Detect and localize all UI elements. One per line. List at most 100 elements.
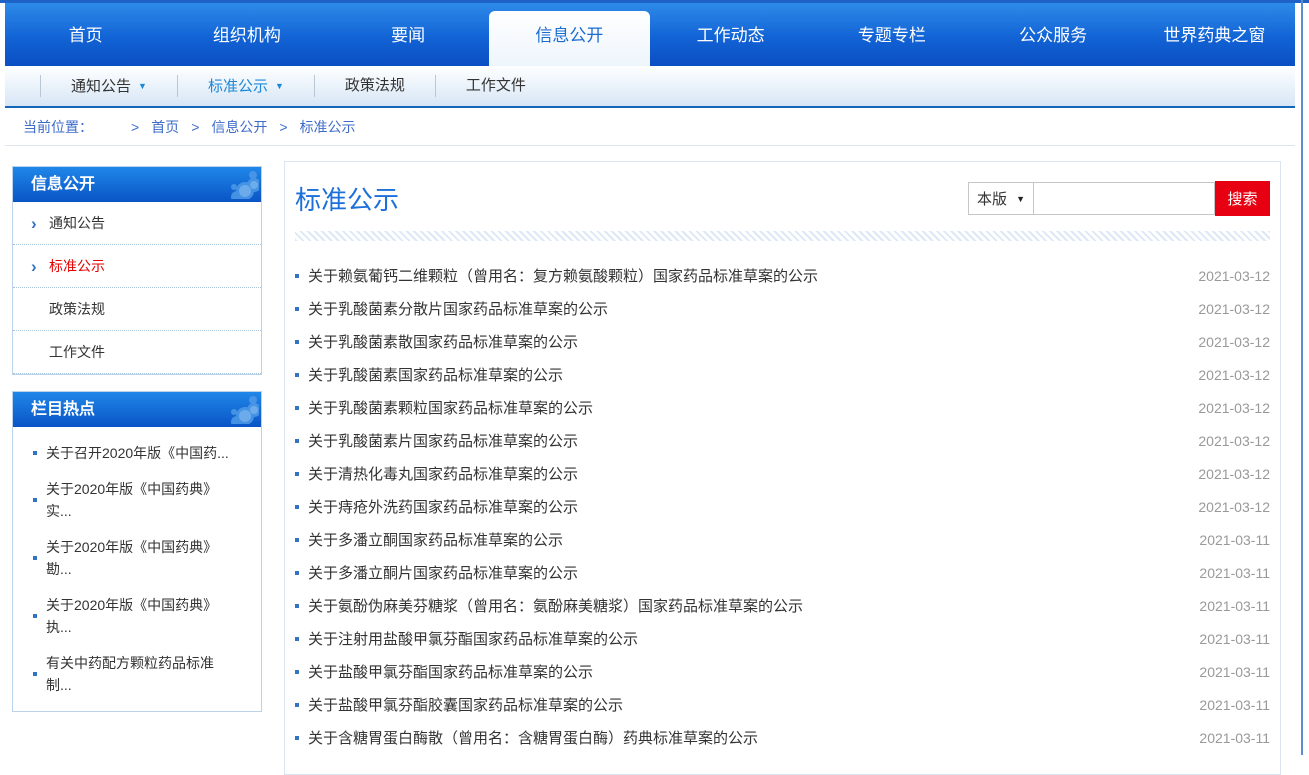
breadcrumb: 当前位置： >首页 >信息公开 >标准公示 bbox=[5, 108, 1295, 146]
breadcrumb-link[interactable]: 首页 bbox=[151, 119, 179, 135]
sub-nav-label: 通知公告 bbox=[71, 78, 131, 95]
content-area: 信息公开 › 通知公告 bbox=[5, 146, 1295, 775]
bullet-icon bbox=[295, 637, 299, 641]
hot-list-item[interactable]: 关于2020年版《中国药典》执... bbox=[13, 587, 261, 645]
dropdown-arrow-icon: ▼ bbox=[138, 75, 147, 97]
top-nav-label: 信息公开 bbox=[535, 21, 603, 46]
news-date: 2021-03-11 bbox=[1199, 532, 1270, 548]
page-title: 标准公示 bbox=[295, 180, 399, 217]
news-title-link[interactable]: 关于多潘立酮片国家药品标准草案的公示 bbox=[308, 562, 1199, 583]
news-date: 2021-03-12 bbox=[1198, 334, 1270, 350]
news-row: 关于盐酸甲氯芬酯国家药品标准草案的公示 2021-03-11 bbox=[295, 655, 1270, 688]
search-input[interactable] bbox=[1033, 182, 1215, 215]
news-title-link[interactable]: 关于乳酸菌素片国家药品标准草案的公示 bbox=[308, 430, 1198, 451]
dropdown-arrow-icon: ▼ bbox=[275, 75, 284, 97]
news-date: 2021-03-12 bbox=[1198, 367, 1270, 383]
news-title-link[interactable]: 关于痔疮外洗药国家药品标准草案的公示 bbox=[308, 496, 1198, 517]
top-nav-item[interactable]: 要闻 bbox=[328, 3, 489, 66]
sub-nav-item[interactable]: 标准公示▼ bbox=[177, 75, 314, 97]
hot-list-item[interactable]: 有关中药配方颗粒药品标准制... bbox=[13, 645, 261, 703]
bullet-icon bbox=[295, 307, 299, 311]
top-nav-item[interactable]: 信息公开 bbox=[489, 11, 650, 66]
breadcrumb-link[interactable]: 标准公示 bbox=[300, 119, 356, 135]
top-nav-label: 首页 bbox=[69, 21, 103, 46]
news-title-link[interactable]: 关于清热化毒丸国家药品标准草案的公示 bbox=[308, 463, 1198, 484]
hot-list-item[interactable]: 关于2020年版《中国药典》实... bbox=[13, 471, 261, 529]
bullet-icon bbox=[33, 556, 37, 560]
sidebar-menu-header: 信息公开 bbox=[13, 167, 261, 202]
sub-nav-item[interactable]: 政策法规▼ bbox=[314, 75, 435, 97]
sidebar-hot-title: 栏目热点 bbox=[31, 401, 95, 418]
news-date: 2021-03-11 bbox=[1199, 697, 1270, 713]
breadcrumb-crumb: >信息公开 bbox=[179, 117, 267, 137]
sub-nav-item[interactable]: 通知公告 ▼ bbox=[40, 75, 177, 97]
search-scope-select[interactable]: 本版 ▼ bbox=[968, 182, 1034, 215]
hot-list-item[interactable]: 关于召开2020年版《中国药... bbox=[13, 435, 261, 471]
bullet-icon bbox=[295, 340, 299, 344]
bullet-icon bbox=[295, 274, 299, 278]
main-panel: 标准公示 本版 ▼ 搜索 关于赖氨葡钙二维颗粒（曾用名：复方赖氨酸颗粒）国家药品… bbox=[284, 161, 1281, 775]
bullet-icon bbox=[295, 505, 299, 509]
bullet-icon bbox=[33, 614, 37, 618]
breadcrumb-crumb: >首页 bbox=[119, 117, 179, 137]
sidebar-hot-header: 栏目热点 bbox=[13, 392, 261, 427]
news-row: 关于多潘立酮国家药品标准草案的公示 2021-03-11 bbox=[295, 523, 1270, 556]
bullet-icon bbox=[33, 498, 37, 502]
breadcrumb-prefix: 当前位置： bbox=[23, 117, 93, 137]
sidebar-menu-item[interactable]: › 通知公告 bbox=[13, 202, 261, 245]
news-row: 关于多潘立酮片国家药品标准草案的公示 2021-03-11 bbox=[295, 556, 1270, 589]
bullet-icon bbox=[295, 439, 299, 443]
news-date: 2021-03-12 bbox=[1198, 433, 1270, 449]
sidebar-menu-item[interactable]: › 工作文件 bbox=[13, 331, 261, 374]
news-title-link[interactable]: 关于盐酸甲氯芬酯国家药品标准草案的公示 bbox=[308, 661, 1199, 682]
sidebar-menu-item[interactable]: › 标准公示 bbox=[13, 245, 261, 288]
news-title-link[interactable]: 关于赖氨葡钙二维颗粒（曾用名：复方赖氨酸颗粒）国家药品标准草案的公示 bbox=[308, 265, 1198, 286]
news-row: 关于注射用盐酸甲氯芬酯国家药品标准草案的公示 2021-03-11 bbox=[295, 622, 1270, 655]
news-title-link[interactable]: 关于乳酸菌素国家药品标准草案的公示 bbox=[308, 364, 1198, 385]
bullet-icon bbox=[295, 373, 299, 377]
news-row: 关于清热化毒丸国家药品标准草案的公示 2021-03-12 bbox=[295, 457, 1270, 490]
top-nav-label: 组织机构 bbox=[213, 21, 281, 46]
sidebar-menu-title: 信息公开 bbox=[31, 176, 95, 193]
top-nav-item[interactable]: 工作动态 bbox=[650, 3, 811, 66]
hot-list-item[interactable]: 关于2020年版《中国药典》勘... bbox=[13, 529, 261, 587]
bullet-icon bbox=[295, 670, 299, 674]
top-nav-label: 专题专栏 bbox=[858, 21, 926, 46]
sub-nav-item[interactable]: 工作文件▼ bbox=[435, 75, 556, 97]
breadcrumb-link[interactable]: 信息公开 bbox=[211, 119, 267, 135]
hot-item-label: 关于2020年版《中国药典》实... bbox=[46, 478, 235, 522]
top-nav-item[interactable]: 首页 bbox=[5, 3, 166, 66]
top-nav-item[interactable]: 公众服务 bbox=[973, 3, 1134, 66]
sidebar-menu-item[interactable]: › 政策法规 bbox=[13, 288, 261, 331]
news-date: 2021-03-11 bbox=[1199, 565, 1270, 581]
news-title-link[interactable]: 关于盐酸甲氯芬酯胶囊国家药品标准草案的公示 bbox=[308, 694, 1199, 715]
news-title-link[interactable]: 关于乳酸菌素散国家药品标准草案的公示 bbox=[308, 331, 1198, 352]
striped-divider bbox=[295, 231, 1270, 241]
hot-item-label: 关于2020年版《中国药典》勘... bbox=[46, 536, 235, 580]
news-title-link[interactable]: 关于氨酚伪麻美芬糖浆（曾用名：氨酚麻美糖浆）国家药品标准草案的公示 bbox=[308, 595, 1199, 616]
news-row: 关于赖氨葡钙二维颗粒（曾用名：复方赖氨酸颗粒）国家药品标准草案的公示 2021-… bbox=[295, 259, 1270, 292]
sidebar-menu-label: 政策法规 bbox=[49, 299, 105, 319]
news-title-link[interactable]: 关于多潘立酮国家药品标准草案的公示 bbox=[308, 529, 1199, 550]
news-date: 2021-03-11 bbox=[1199, 664, 1270, 680]
top-nav-item[interactable]: 专题专栏 bbox=[811, 3, 972, 66]
news-title-link[interactable]: 关于注射用盐酸甲氯芬酯国家药品标准草案的公示 bbox=[308, 628, 1199, 649]
news-date: 2021-03-12 bbox=[1198, 301, 1270, 317]
sub-nav: 通知公告 ▼ 标准公示▼ 政策法规▼ 工作文件▼ bbox=[5, 66, 1295, 108]
news-row: 关于氨酚伪麻美芬糖浆（曾用名：氨酚麻美糖浆）国家药品标准草案的公示 2021-0… bbox=[295, 589, 1270, 622]
cloud-decoration-icon bbox=[207, 396, 259, 424]
news-title-link[interactable]: 关于含糖胃蛋白酶散（曾用名：含糖胃蛋白酶）药典标准草案的公示 bbox=[308, 727, 1199, 748]
news-title-link[interactable]: 关于乳酸菌素分散片国家药品标准草案的公示 bbox=[308, 298, 1198, 319]
top-nav-item[interactable]: 组织机构 bbox=[166, 3, 327, 66]
bullet-icon bbox=[33, 672, 37, 676]
cloud-decoration-icon bbox=[207, 171, 259, 199]
search-button[interactable]: 搜索 bbox=[1215, 181, 1270, 216]
news-title-link[interactable]: 关于乳酸菌素颗粒国家药品标准草案的公示 bbox=[308, 397, 1198, 418]
news-date: 2021-03-11 bbox=[1199, 598, 1270, 614]
sidebar-menu-label: 工作文件 bbox=[49, 342, 105, 362]
main-nav: 首页 组织机构 要闻 信息公开 工作动态 专题专栏 公众服务 bbox=[5, 3, 1295, 66]
news-row: 关于乳酸菌素散国家药品标准草案的公示 2021-03-12 bbox=[295, 325, 1270, 358]
top-nav-item[interactable]: 世界药典之窗 bbox=[1134, 3, 1295, 66]
chevron-right-icon: › bbox=[31, 215, 49, 232]
bullet-icon bbox=[33, 451, 37, 455]
